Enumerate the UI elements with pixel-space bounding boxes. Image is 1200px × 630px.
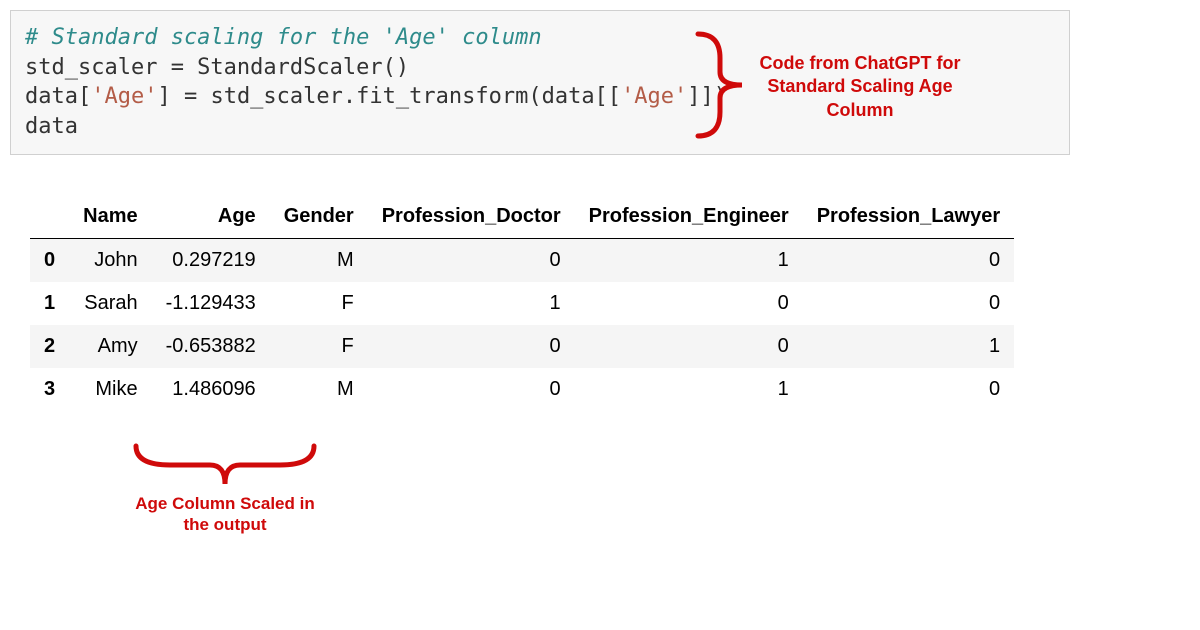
output-section: Name Age Gender Profession_Doctor Profes… bbox=[30, 195, 1190, 411]
code-line-1: # Standard scaling for the 'Age' column bbox=[25, 23, 1055, 53]
cell-prof-law: 0 bbox=[803, 238, 1014, 282]
table-row: 0 John 0.297219 M 0 1 0 bbox=[30, 238, 1014, 282]
cell-prof-eng: 0 bbox=[575, 282, 803, 325]
col-header-gender: Gender bbox=[270, 195, 368, 239]
cell-prof-law: 0 bbox=[803, 282, 1014, 325]
cell-age: 1.486096 bbox=[152, 368, 270, 411]
brace-right-icon bbox=[690, 30, 750, 140]
code-text: data[ bbox=[25, 84, 91, 109]
cell-prof-doc: 0 bbox=[368, 238, 575, 282]
cell-prof-eng: 1 bbox=[575, 238, 803, 282]
annotation-code: Code from ChatGPT for Standard Scaling A… bbox=[755, 52, 965, 122]
col-header-prof-law: Profession_Lawyer bbox=[803, 195, 1014, 239]
cell-prof-eng: 0 bbox=[575, 325, 803, 368]
cell-gender: F bbox=[270, 325, 368, 368]
cell-name: Amy bbox=[69, 325, 151, 368]
col-header-prof-doc: Profession_Doctor bbox=[368, 195, 575, 239]
col-header-prof-eng: Profession_Engineer bbox=[575, 195, 803, 239]
code-string: 'Age' bbox=[621, 84, 687, 109]
cell-gender: M bbox=[270, 238, 368, 282]
cell-age: -1.129433 bbox=[152, 282, 270, 325]
cell-name: John bbox=[69, 238, 151, 282]
cell-gender: F bbox=[270, 282, 368, 325]
cell-index: 3 bbox=[30, 368, 69, 411]
table-row: 1 Sarah -1.129433 F 1 0 0 bbox=[30, 282, 1014, 325]
cell-index: 2 bbox=[30, 325, 69, 368]
cell-age: -0.653882 bbox=[152, 325, 270, 368]
col-header-name: Name bbox=[69, 195, 151, 239]
cell-prof-doc: 0 bbox=[368, 325, 575, 368]
cell-prof-doc: 0 bbox=[368, 368, 575, 411]
table-row: 3 Mike 1.486096 M 0 1 0 bbox=[30, 368, 1014, 411]
cell-gender: M bbox=[270, 368, 368, 411]
col-header-index bbox=[30, 195, 69, 239]
cell-prof-law: 0 bbox=[803, 368, 1014, 411]
code-string: 'Age' bbox=[91, 84, 157, 109]
cell-index: 0 bbox=[30, 238, 69, 282]
brace-bottom-icon bbox=[130, 440, 320, 490]
cell-age: 0.297219 bbox=[152, 238, 270, 282]
cell-prof-eng: 1 bbox=[575, 368, 803, 411]
table-row: 2 Amy -0.653882 F 0 0 1 bbox=[30, 325, 1014, 368]
code-section: # Standard scaling for the 'Age' column … bbox=[10, 10, 1190, 155]
dataframe-table: Name Age Gender Profession_Doctor Profes… bbox=[30, 195, 1014, 411]
code-text: std_scaler = StandardScaler() bbox=[25, 55, 409, 80]
col-header-age: Age bbox=[152, 195, 270, 239]
table-header-row: Name Age Gender Profession_Doctor Profes… bbox=[30, 195, 1014, 239]
code-comment: # Standard scaling for the 'Age' column bbox=[25, 25, 542, 50]
cell-name: Sarah bbox=[69, 282, 151, 325]
cell-prof-doc: 1 bbox=[368, 282, 575, 325]
code-text: ] = std_scaler.fit_transform(data[[ bbox=[157, 84, 621, 109]
cell-prof-law: 1 bbox=[803, 325, 1014, 368]
cell-name: Mike bbox=[69, 368, 151, 411]
code-text: data bbox=[25, 114, 78, 139]
annotation-output: Age Column Scaled in the output bbox=[125, 493, 325, 536]
cell-index: 1 bbox=[30, 282, 69, 325]
